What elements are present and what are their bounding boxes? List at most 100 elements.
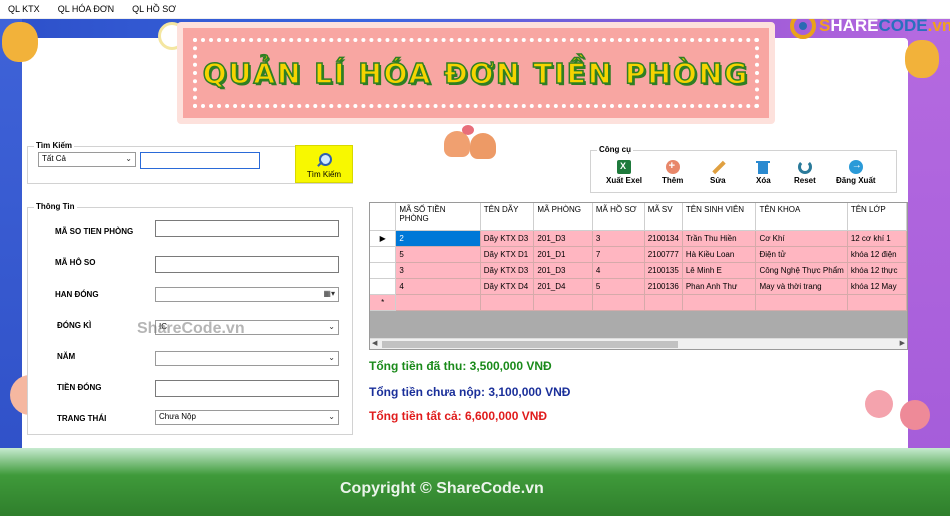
table-cell[interactable]: 2100134 <box>644 230 683 247</box>
row-header-corner <box>370 203 397 231</box>
table-cell[interactable] <box>847 294 907 311</box>
current-row-marker: ▶ <box>370 230 397 247</box>
label-han-dong: HAN ĐÓNG <box>55 290 99 299</box>
table-cell[interactable]: 2 <box>395 230 481 247</box>
menu-item-ql-ho-so[interactable]: QL HỒ SƠ <box>130 2 178 16</box>
edit-icon <box>711 160 726 175</box>
table-row[interactable]: 3 Dãy KTX D3 201_D3 4 2100135 Lê Minh E … <box>370 262 907 279</box>
table-cell[interactable]: khóa 12 điện <box>847 246 907 263</box>
scroll-left-icon[interactable]: ◀ <box>372 339 377 347</box>
excel-icon: X <box>617 160 631 174</box>
table-cell[interactable]: 201_D3 <box>533 262 593 279</box>
scroll-right-icon[interactable]: ▶ <box>900 339 905 347</box>
new-row[interactable]: * <box>370 294 907 311</box>
table-cell[interactable]: 5 <box>395 246 481 263</box>
table-cell[interactable]: 5 <box>592 278 645 295</box>
ma-so-tien-phong-input[interactable] <box>155 220 339 237</box>
table-cell[interactable]: khóa 12 thực <box>847 262 907 279</box>
table-cell[interactable]: Hà Kiều Loan <box>682 246 757 263</box>
logout-icon: → <box>848 160 863 174</box>
delete-button[interactable]: Xóa <box>756 160 771 185</box>
flower-decoration <box>2 22 38 62</box>
table-cell[interactable] <box>395 294 481 311</box>
ma-ho-so-input[interactable] <box>155 256 339 273</box>
flower-decoration <box>865 390 893 418</box>
table-cell[interactable]: Dãy KTX D4 <box>480 278 535 295</box>
column-header[interactable]: MÃ HỒ SƠ <box>592 203 645 231</box>
table-cell[interactable]: 3 <box>592 230 645 247</box>
table-cell[interactable]: Dãy KTX D1 <box>480 246 535 263</box>
table-cell[interactable] <box>480 294 535 311</box>
label-tien-dong: TIỀN ĐÓNG <box>57 383 102 392</box>
search-filter-select[interactable]: Tất Cả ⌄ <box>38 152 136 167</box>
table-cell[interactable] <box>755 294 848 311</box>
table-cell[interactable] <box>533 294 593 311</box>
trang-thai-select[interactable]: Chưa Nộp ⌄ <box>155 410 339 425</box>
chevron-down-icon: ⌄ <box>328 353 335 362</box>
row-header <box>370 246 397 263</box>
label-ma-so-tien-phong: MÃ SO TIEN PHÒNG <box>55 227 134 236</box>
table-cell[interactable]: Dãy KTX D3 <box>480 262 535 279</box>
column-header[interactable]: TÊN LỚP <box>847 203 907 231</box>
flower-decoration <box>905 40 939 78</box>
nam-select[interactable]: ⌄ <box>155 351 339 366</box>
table-cell[interactable]: 3 <box>395 262 481 279</box>
table-cell[interactable]: Dãy KTX D3 <box>480 230 535 247</box>
column-header[interactable]: MÃ SV <box>644 203 683 231</box>
tien-dong-input[interactable] <box>155 380 339 397</box>
title-banner: QUẢN LÍ HÓA ĐƠN TIỀN PHÒNG <box>177 22 775 124</box>
table-cell[interactable] <box>644 294 683 311</box>
table-cell[interactable]: Cơ Khí <box>755 230 848 247</box>
horizontal-scrollbar[interactable]: ◀ ▶ <box>370 338 907 349</box>
table-cell[interactable]: 201_D1 <box>533 246 593 263</box>
edit-button[interactable]: Sửa <box>710 160 726 185</box>
table-cell[interactable]: 201_D3 <box>533 230 593 247</box>
table-cell[interactable] <box>682 294 757 311</box>
label-trang-thai: TRANG THÁI <box>57 414 107 423</box>
row-header <box>370 278 397 295</box>
watermark-footer: Copyright © ShareCode.vn <box>340 480 544 497</box>
search-group-title: Tìm Kiếm <box>34 141 75 150</box>
export-excel-button[interactable]: X Xuất Exel <box>606 160 642 185</box>
search-button[interactable]: Tìm Kiếm <box>295 145 353 183</box>
bell-icon <box>440 125 500 161</box>
invoice-data-grid[interactable]: MÃ SỐ TIỀN PHÒNG TÊN DÃY MÃ PHÒNG MÃ HỒ … <box>369 202 908 350</box>
label-nam: NĂM <box>57 352 76 361</box>
table-cell[interactable]: 2100136 <box>644 278 683 295</box>
table-cell[interactable]: 7 <box>592 246 645 263</box>
table-cell[interactable]: 201_D4 <box>533 278 593 295</box>
table-cell[interactable]: Trần Thu Hiền <box>682 230 757 247</box>
han-dong-date-picker[interactable]: ▦▾ <box>155 287 339 302</box>
table-cell[interactable]: Lê Minh E <box>682 262 757 279</box>
table-cell[interactable]: 12 cơ khí 1 <box>847 230 907 247</box>
table-cell[interactable]: 2100135 <box>644 262 683 279</box>
column-header[interactable]: MÃ SỐ TIỀN PHÒNG <box>395 203 481 231</box>
table-cell[interactable]: 4 <box>592 262 645 279</box>
table-cell[interactable]: 2100777 <box>644 246 683 263</box>
table-row[interactable]: 4 Dãy KTX D4 201_D4 5 2100136 Phan Anh T… <box>370 278 907 295</box>
table-cell[interactable] <box>592 294 645 311</box>
scrollbar-thumb[interactable] <box>382 341 678 348</box>
table-cell[interactable]: Điện tử <box>755 246 848 263</box>
column-header[interactable]: TÊN SINH VIÊN <box>682 203 757 231</box>
add-button[interactable]: + Thêm <box>662 160 683 185</box>
search-input[interactable] <box>140 152 260 169</box>
column-header[interactable]: TÊN KHOA <box>755 203 848 231</box>
column-header[interactable]: MÃ PHÒNG <box>533 203 593 231</box>
reset-button[interactable]: Reset <box>794 160 816 185</box>
menu-item-ql-hoa-don[interactable]: QL HÓA ĐƠN <box>56 2 116 16</box>
table-cell[interactable]: May và thời trang <box>755 278 848 295</box>
grid-header-row: MÃ SỐ TIỀN PHÒNG TÊN DÃY MÃ PHÒNG MÃ HỒ … <box>370 203 907 231</box>
table-row[interactable]: ▶ 2 Dãy KTX D3 201_D3 3 2100134 Trần Thu… <box>370 230 907 247</box>
calendar-icon: ▦▾ <box>323 289 335 298</box>
column-header[interactable]: TÊN DÃY <box>480 203 535 231</box>
table-cell[interactable]: Công Nghệ Thực Phẩm <box>755 262 848 279</box>
logout-button[interactable]: → Đăng Xuất <box>836 160 876 185</box>
background-right <box>908 19 950 516</box>
table-row[interactable]: 5 Dãy KTX D1 201_D1 7 2100777 Hà Kiều Lo… <box>370 246 907 263</box>
menu-bar: QL KTX QL HÓA ĐƠN QL HỒ SƠ <box>0 0 950 19</box>
table-cell[interactable]: 4 <box>395 278 481 295</box>
table-cell[interactable]: khóa 12 May <box>847 278 907 295</box>
table-cell[interactable]: Phan Anh Thư <box>682 278 757 295</box>
menu-item-ql-ktx[interactable]: QL KTX <box>6 2 42 16</box>
